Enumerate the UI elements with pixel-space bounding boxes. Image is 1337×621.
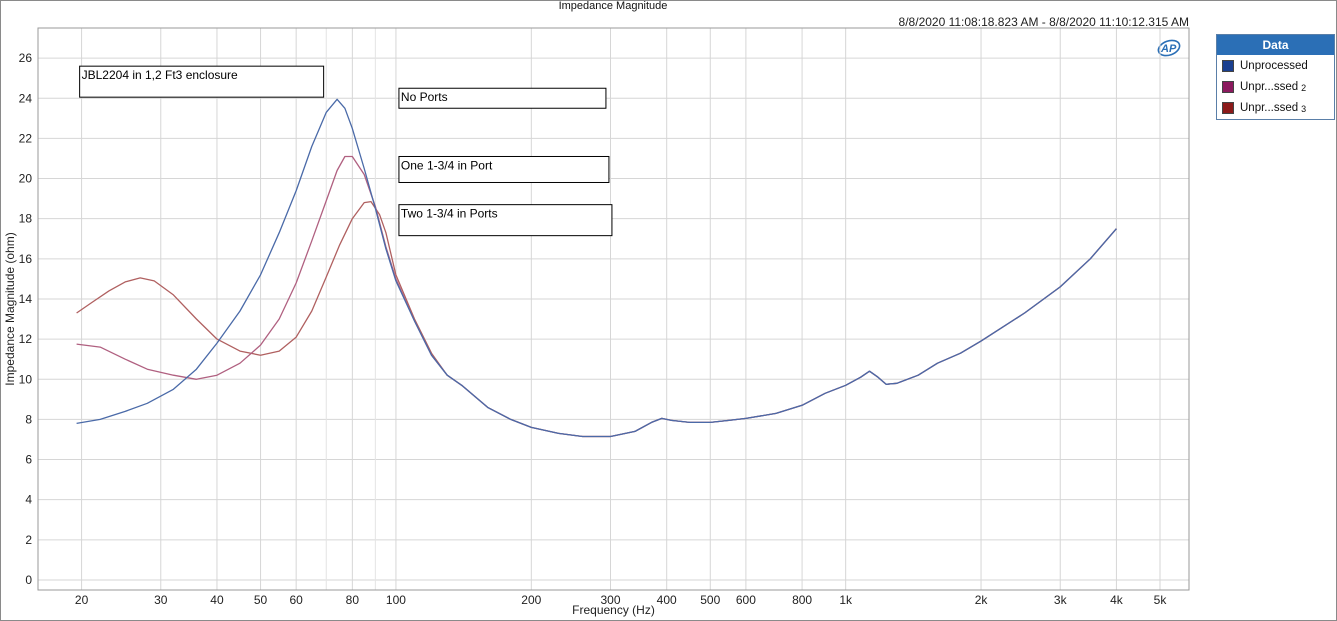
- x-tick-label: 80: [346, 593, 360, 607]
- y-tick-label: 20: [19, 172, 33, 186]
- legend-swatch: [1222, 80, 1234, 93]
- x-tick-label: 20: [75, 593, 89, 607]
- legend-item-unprocessed-2[interactable]: Unpr...ssed 2: [1217, 76, 1334, 97]
- y-tick-label: 8: [25, 412, 32, 426]
- series-line-2[interactable]: [76, 155, 1117, 438]
- y-tick-label: 12: [19, 332, 33, 346]
- annotation-box[interactable]: No Ports: [398, 87, 607, 109]
- y-tick-label: 16: [19, 252, 33, 266]
- grid: [38, 28, 1189, 590]
- y-axis-label: Impedance Magnitude (ohm): [3, 232, 17, 385]
- y-tick-label: 0: [25, 573, 32, 587]
- x-tick-label: 4k: [1110, 593, 1124, 607]
- legend-header: Data: [1217, 35, 1334, 55]
- legend-item-unprocessed-3[interactable]: Unpr...ssed 3: [1217, 97, 1334, 118]
- x-tick-label: 40: [210, 593, 224, 607]
- x-tick-label: 500: [700, 593, 720, 607]
- legend-suffix: 3: [1301, 103, 1307, 114]
- legend-item-unprocessed[interactable]: Unprocessed: [1217, 55, 1334, 76]
- x-tick-label: 5k: [1154, 593, 1168, 607]
- series-line-3[interactable]: [76, 200, 1117, 438]
- y-tick-label: 2: [25, 533, 32, 547]
- legend-swatch: [1222, 101, 1234, 114]
- annotation-text: One 1-3/4 in Port: [401, 158, 493, 172]
- y-tick-label: 4: [25, 493, 32, 507]
- legend-swatch: [1222, 59, 1234, 72]
- x-tick-label: 60: [289, 593, 303, 607]
- impedance-chart[interactable]: 02468101214161820222426 20 30 40 50 60 80 100 2…: [0, 0, 1337, 621]
- x-tick-label: 2k: [975, 593, 989, 607]
- y-tick-label: 10: [19, 372, 33, 386]
- x-tick-label: 800: [792, 593, 812, 607]
- annotation-box[interactable]: One 1-3/4 in Port: [398, 155, 610, 183]
- legend-suffix: 2: [1301, 82, 1307, 93]
- plot-area: [37, 27, 1190, 591]
- y-tick-label: 6: [25, 453, 32, 467]
- x-tick-label: 200: [521, 593, 541, 607]
- x-tick-label: 50: [254, 593, 268, 607]
- x-tick-label: 100: [386, 593, 406, 607]
- annotation-text: No Ports: [401, 90, 448, 104]
- x-axis-label: Frequency (Hz): [572, 603, 655, 617]
- legend-label: Unpr...ssed: [1240, 101, 1299, 114]
- annotations: JBL2204 in 1,2 Ft3 enclosure No Ports One …: [79, 65, 613, 237]
- legend-label: Unpr...ssed: [1240, 80, 1299, 93]
- annotation-text: Two 1-3/4 in Ports: [401, 207, 498, 221]
- x-tick-label: 1k: [839, 593, 853, 607]
- legend-panel[interactable]: Data Unprocessed Unpr...ssed 2 Unpr...ss…: [1216, 34, 1335, 120]
- y-tick-label: 14: [19, 292, 33, 306]
- series-lines: [76, 98, 1117, 438]
- series-line-1[interactable]: [76, 98, 1117, 438]
- y-tick-label: 24: [19, 91, 33, 105]
- annotation-box[interactable]: JBL2204 in 1,2 Ft3 enclosure: [79, 65, 325, 98]
- y-tick-label: 26: [19, 51, 33, 65]
- x-tick-label: 30: [154, 593, 168, 607]
- x-tick-label: 400: [657, 593, 677, 607]
- legend-label: Unprocessed: [1240, 59, 1308, 72]
- annotation-text: JBL2204 in 1,2 Ft3 enclosure: [82, 68, 238, 82]
- x-tick-label: 3k: [1054, 593, 1068, 607]
- x-tick-label: 600: [736, 593, 756, 607]
- y-tick-label: 22: [19, 131, 33, 145]
- y-tick-label: 18: [19, 212, 33, 226]
- y-axis: 02468101214161820222426: [19, 51, 33, 587]
- annotation-box[interactable]: Two 1-3/4 in Ports: [398, 204, 613, 237]
